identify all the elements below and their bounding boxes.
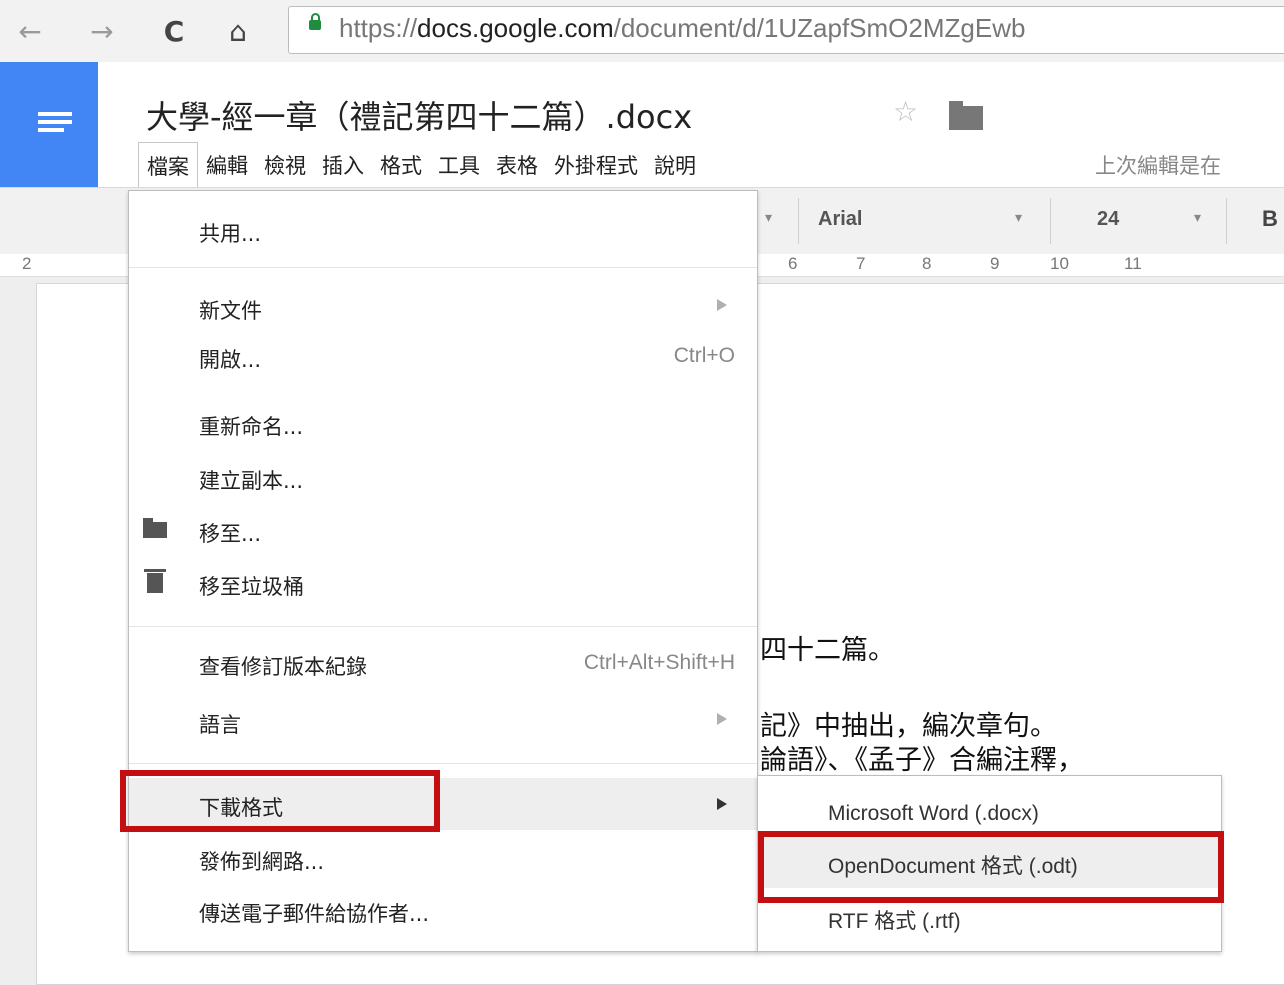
menu-insert[interactable]: 插入 (314, 142, 372, 186)
menu-item-label: 語言 (199, 713, 241, 737)
lock-icon (309, 13, 321, 30)
menu-item-label: RTF 格式 (.rtf) (828, 910, 961, 933)
menu-tools[interactable]: 工具 (430, 142, 488, 186)
url-host: docs.google.com (417, 13, 614, 43)
menu-item-label: 重新命名... (199, 415, 304, 439)
back-icon[interactable]: ← (12, 14, 48, 50)
ruler-number: 10 (1050, 254, 1069, 273)
ruler-number: 7 (856, 254, 866, 273)
menu-item-label: 發佈到網路... (199, 850, 325, 874)
menu-item-rename[interactable]: 重新命名... (129, 401, 757, 447)
menu-item-revision-history[interactable]: 查看修訂版本紀錄 Ctrl+Alt+Shift+H (129, 641, 757, 687)
menu-item-trash[interactable]: 移至垃圾桶 (129, 561, 757, 607)
menu-item-label: 傳送電子郵件給協作者... (199, 902, 430, 926)
home-icon[interactable]: ⌂ (220, 14, 256, 50)
menu-item-label: 開啟... (199, 348, 262, 372)
menu-bar: 檔案 編輯 檢視 插入 格式 工具 表格 外掛程式 說明 (138, 142, 704, 187)
menu-item-new[interactable]: 新文件 (129, 285, 757, 331)
submenu-arrow-icon (717, 713, 727, 725)
shortcut-text: Ctrl+O (673, 344, 735, 367)
forward-icon[interactable]: → (84, 14, 120, 50)
menu-divider (129, 626, 757, 627)
highlight-box (758, 831, 1224, 903)
menu-item-email-collaborators[interactable]: 傳送電子郵件給協作者... (129, 888, 757, 934)
shortcut-text: Ctrl+Alt+Shift+H (583, 651, 735, 674)
star-icon[interactable]: ☆ (893, 95, 918, 128)
browser-toolbar: ← → C ⌂ https://docs.google.com/document… (0, 0, 1284, 63)
chevron-down-icon[interactable]: ▾ (1194, 210, 1201, 226)
menu-item-open[interactable]: 開啟... Ctrl+O (129, 334, 757, 380)
menu-item-move[interactable]: 移至... (129, 508, 757, 554)
menu-item-label: 移至... (199, 522, 262, 546)
address-bar[interactable]: https://docs.google.com/document/d/1UZap… (288, 6, 1284, 54)
menu-item-copy[interactable]: 建立副本... (129, 455, 757, 501)
menu-item-share[interactable]: 共用... (129, 208, 757, 254)
toolbar-divider (1050, 198, 1051, 244)
url-path: /document/d/1UZapfSmO2MZgEwb (613, 13, 1026, 43)
menu-item-label: 新文件 (199, 299, 262, 323)
menu-item-label: 移至垃圾桶 (199, 575, 304, 599)
highlight-box (120, 770, 440, 832)
url-text: https://docs.google.com/document/d/1UZap… (339, 13, 1025, 44)
chevron-down-icon[interactable]: ▾ (765, 210, 772, 226)
trash-icon (144, 569, 166, 593)
folder-icon[interactable] (949, 101, 983, 130)
doc-text-line[interactable]: 論語》、《孟子》合編注釋， (760, 738, 1084, 777)
menu-format[interactable]: 格式 (372, 142, 430, 186)
menu-item-language[interactable]: 語言 (129, 699, 757, 745)
folder-icon (143, 518, 167, 538)
font-select[interactable]: Arial (818, 208, 862, 231)
submenu-arrow-icon (717, 299, 727, 311)
menu-view[interactable]: 檢視 (256, 142, 314, 186)
ruler-number: 2 (22, 254, 32, 273)
toolbar-divider (1226, 198, 1227, 244)
menu-item-publish[interactable]: 發佈到網路... (129, 836, 757, 882)
file-menu: 共用... 新文件 開啟... Ctrl+O 重新命名... 建立副本... 移… (128, 190, 758, 952)
last-edit-link[interactable]: 上次編輯是在 (1095, 150, 1221, 180)
menu-item-label: Microsoft Word (.docx) (828, 802, 1039, 825)
menu-help[interactable]: 說明 (646, 142, 704, 186)
menu-divider (129, 267, 757, 268)
menu-file[interactable]: 檔案 (138, 142, 198, 187)
font-size-select[interactable]: 24 (1097, 208, 1119, 231)
ruler-number: 11 (1124, 254, 1142, 273)
menu-edit[interactable]: 編輯 (198, 142, 256, 186)
ruler-number: 6 (788, 254, 798, 273)
menu-item-label: 建立副本... (199, 469, 304, 493)
ruler-number: 9 (990, 254, 1000, 273)
reload-icon[interactable]: C (156, 14, 192, 50)
bold-button[interactable]: B (1262, 206, 1278, 232)
docs-home-icon[interactable] (0, 62, 98, 187)
menu-item-label: 查看修訂版本紀錄 (199, 655, 367, 679)
chevron-down-icon[interactable]: ▾ (1015, 210, 1022, 226)
doc-text-line[interactable]: 四十二篇。 (760, 628, 895, 667)
submenu-arrow-icon (717, 798, 727, 810)
ruler-number: 8 (922, 254, 932, 273)
menu-item-label: 共用... (199, 222, 262, 246)
url-prefix: https:// (339, 13, 418, 43)
menu-table[interactable]: 表格 (488, 142, 546, 186)
document-title[interactable]: 大學-經一章（禮記第四十二篇）.docx (146, 92, 692, 138)
menu-divider (129, 763, 757, 764)
menu-addons[interactable]: 外掛程式 (546, 142, 646, 186)
toolbar-divider (798, 198, 799, 244)
